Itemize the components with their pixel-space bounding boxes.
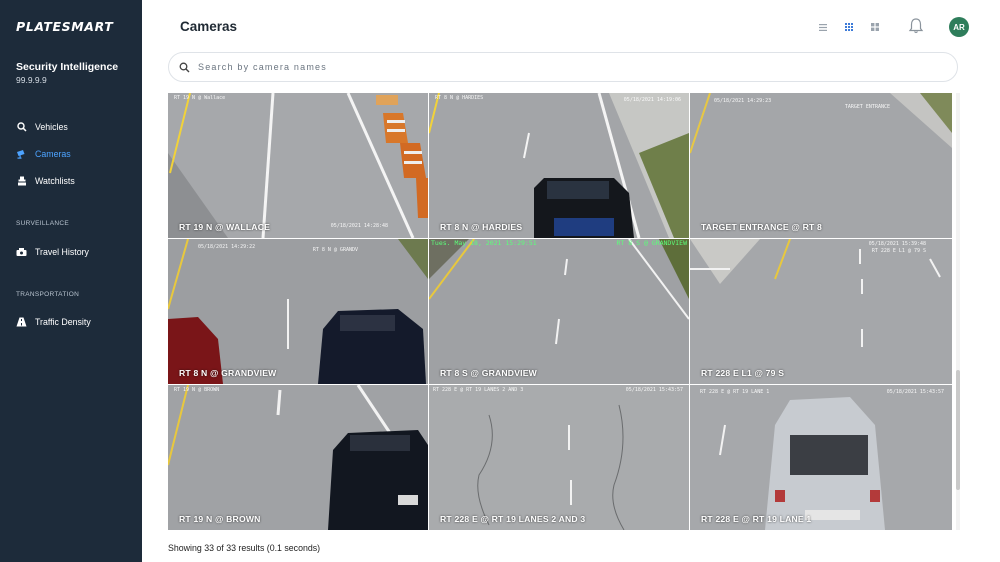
camera-timestamp: 05/18/2021 15:39:48 [868,241,926,247]
search-icon [16,122,27,133]
camera-name: TARGET ENTRANCE @ RT 8 [701,222,822,232]
camera-grid: RT 19 N @ Wallace 05/18/2021 14:28:48 RT… [168,93,952,530]
sidebar-item-label: Travel History [35,247,89,257]
camera-feed-image [429,239,689,384]
camera-tile[interactable]: RT 19 N @ BROWN RT 19 N @ BROWN [168,385,428,530]
camera-feed-image [690,385,952,530]
camera-timestamp: 05/18/2021 14:29:23 [714,98,772,104]
sidebar-item-label: Watchlists [35,176,75,186]
camera-timestamp: 05/18/2021 15:43:57 [886,389,944,395]
camera-tile[interactable]: RT 8 N @ HARDIES 05/18/2021 14:19:06 RT … [429,93,689,238]
camera-name: RT 19 N @ WALLACE [179,222,271,232]
camera-overlay-title: RT 19 N @ Wallace [174,95,226,101]
road-icon [16,317,27,328]
camera-name: RT 8 S @ GRANDVIEW [440,368,537,378]
camera-name: RT 8 N @ HARDIES [440,222,523,232]
camera-feed-image [429,385,689,530]
notifications-bell-icon[interactable] [907,17,925,35]
camera-timestamp: Tues. May 18, 2021 15:29:51 [431,239,537,247]
camera-icon [16,149,27,160]
camera-overlay-title: RT 228 E L1 @ 79 S [871,248,926,254]
search-icon [179,62,190,73]
camera-tile[interactable]: 05/18/2021 14:29:23 TARGET ENTRANCE TARG… [690,93,952,238]
sidebar: PLATESMART Security Intelligence 99.9.9.… [0,0,142,562]
camera-overlay-title: RT 228 E @ RT 19 LANE 1 [700,389,770,395]
camera-timestamp: 05/18/2021 15:43:57 [625,387,683,393]
camera-overlay-title: TARGET ENTRANCE [844,104,890,110]
platesmart-logo[interactable]: PLATESMART [16,19,113,34]
camera-feed-image [690,239,952,384]
sidebar-item-label: Vehicles [35,122,68,132]
camera-timestamp: 05/18/2021 14:19:06 [623,97,681,103]
page-title: Cameras [180,19,238,34]
camera-tile[interactable]: Tues. May 18, 2021 15:29:51 RT 8 S @ GRA… [429,239,689,384]
camera-name: RT 8 N @ GRANDVIEW [179,368,277,378]
results-count: Showing 33 of 33 results (0.1 seconds) [168,543,321,553]
camera-tile[interactable]: 05/18/2021 14:29:22 RT 8 N @ GRANDV RT 8… [168,239,428,384]
camera-feed-image [168,239,428,384]
camera-overlay-title: RT 8 N @ HARDIES [435,95,484,101]
camera-feed-image [168,385,428,530]
camera-overlay-title: RT 228 E @ RT 19 LANES 2 AND 3 [433,387,524,393]
camera-timestamp: 05/18/2021 14:29:22 [198,244,256,250]
route-icon [16,247,27,258]
camera-name: RT 228 E L1 @ 79 S [701,368,785,378]
camera-search-bar[interactable] [168,52,958,82]
sidebar-item-cameras[interactable]: Cameras [16,147,71,161]
grid-scrollbar-thumb[interactable] [956,370,960,490]
large-grid-view-icon[interactable] [869,21,881,33]
camera-overlay-title: RT 8 S @ GRANDVIEW [616,239,687,247]
sidebar-item-vehicles[interactable]: Vehicles [16,120,68,134]
camera-tile[interactable]: RT 228 E @ RT 19 LANE 1 05/18/2021 15:43… [690,385,952,530]
sidebar-item-travel-history[interactable]: Travel History [16,245,89,259]
org-version: 99.9.9.9 [16,75,47,85]
sidebar-item-label: Cameras [35,149,71,159]
camera-search-input[interactable] [198,62,898,72]
camera-overlay-title: RT 19 N @ BROWN [174,387,220,393]
camera-feed-image [690,93,952,238]
grid-view-icon[interactable] [843,21,855,33]
section-title-surveillance: SURVEILLANCE [16,220,69,227]
camera-feed-image [168,93,428,238]
org-name: Security Intelligence [16,61,119,73]
section-title-transportation: TRANSPORTATION [16,291,80,298]
camera-name: RT 228 E @ RT 19 LANE 1 [701,514,812,524]
sidebar-item-traffic-density[interactable]: Traffic Density [16,315,91,329]
sidebar-item-watchlists[interactable]: Watchlists [16,174,75,188]
camera-timestamp: 05/18/2021 14:28:48 [330,223,388,229]
camera-tile[interactable]: 05/18/2021 15:39:48 RT 228 E L1 @ 79 S R… [690,239,952,384]
app-root: PLATESMART Security Intelligence 99.9.9.… [0,0,1000,562]
camera-tile[interactable]: RT 228 E @ RT 19 LANES 2 AND 3 05/18/202… [429,385,689,530]
camera-tile[interactable]: RT 19 N @ Wallace 05/18/2021 14:28:48 RT… [168,93,428,238]
camera-name: RT 19 N @ BROWN [179,514,261,524]
camera-feed-image [429,93,689,238]
sidebar-item-label: Traffic Density [35,317,91,327]
camera-name: RT 228 E @ RT 19 LANES 2 AND 3 [440,514,586,524]
watchlist-icon [16,176,27,187]
camera-overlay-title: RT 8 N @ GRANDV [312,247,358,253]
user-avatar[interactable]: AR [949,17,969,37]
list-view-icon[interactable] [817,21,829,33]
